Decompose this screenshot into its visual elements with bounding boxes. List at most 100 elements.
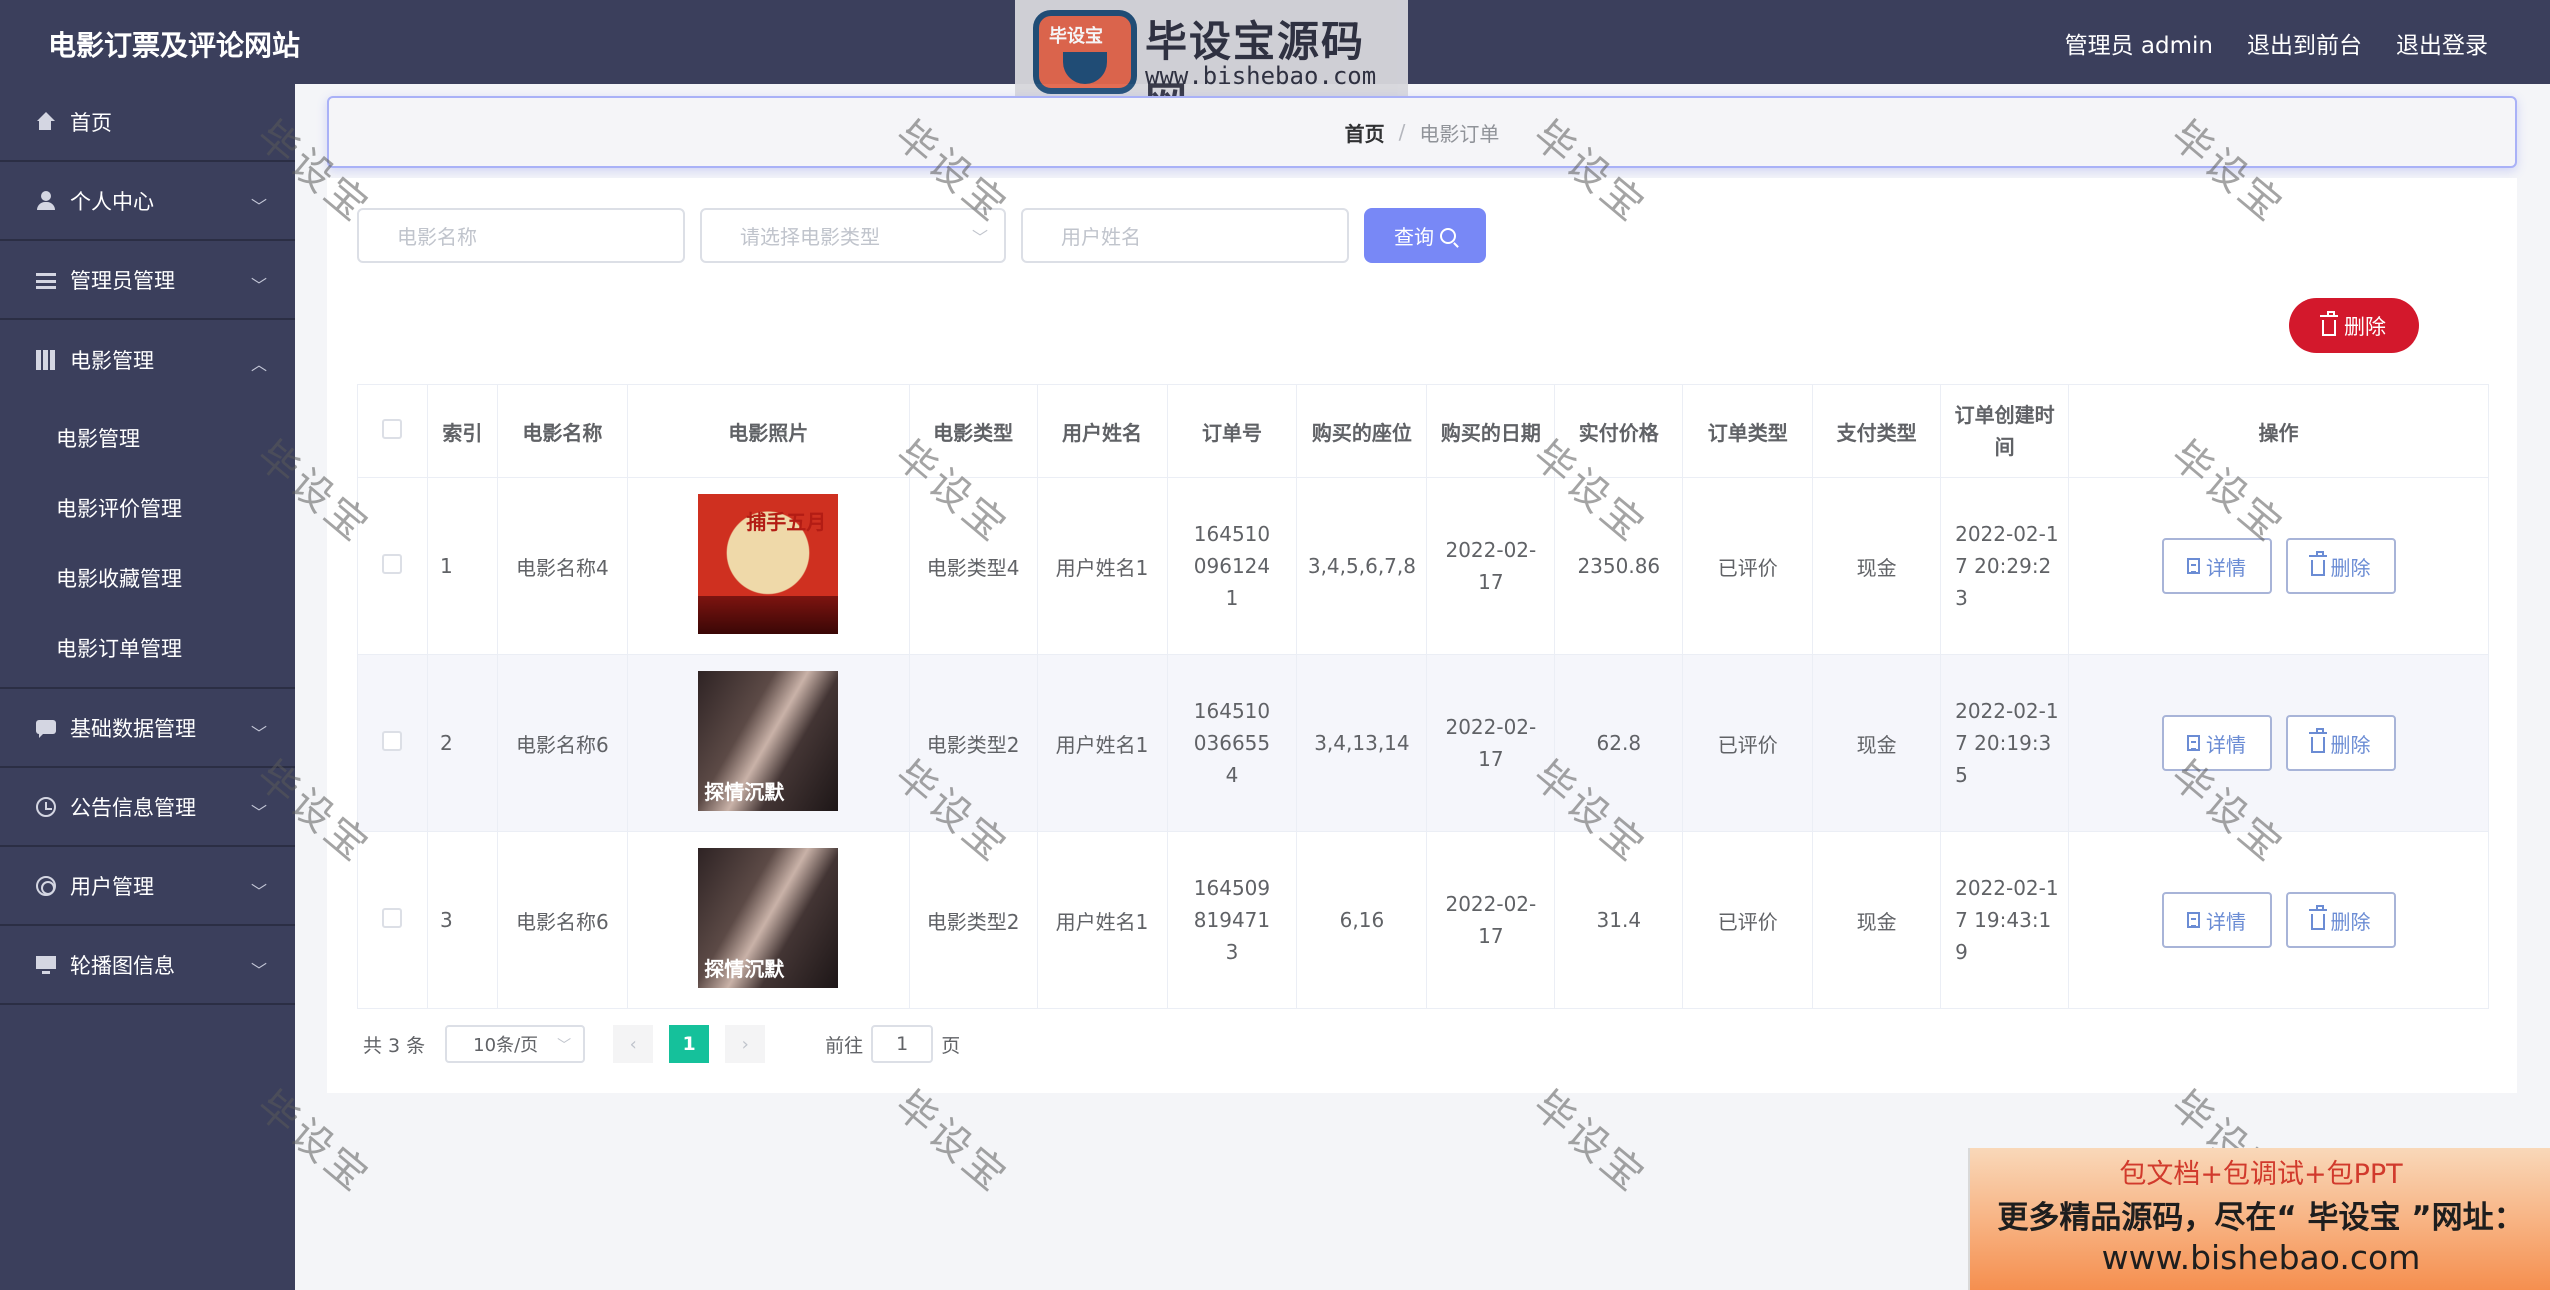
sidebar-item-home[interactable]: 首页 [0, 84, 295, 162]
cell-created: 2022-02-17 20:29:23 [1940, 477, 2070, 655]
filter-bar: 电影名称 请选择电影类型 ﹀ 用户姓名 查询 [357, 208, 1486, 263]
document-icon [2187, 912, 2201, 928]
chevron-down-icon: ﹀ [250, 276, 267, 295]
poster-title: 捕手五月 [746, 509, 827, 534]
select-all-cell [357, 384, 428, 478]
monitor-icon [36, 955, 56, 975]
query-button[interactable]: 查询 [1364, 208, 1486, 263]
cell-poster: 探情沉默 [627, 831, 910, 1009]
admin-user-label[interactable]: 管理员 admin [2065, 26, 2213, 60]
row-checkbox[interactable] [382, 553, 403, 574]
delete-button[interactable]: 删除 [2285, 715, 2396, 771]
order-no-text: 1645100366554 [1193, 699, 1271, 787]
chevron-down-icon: ﹀ [250, 724, 267, 743]
chat-icon [36, 718, 56, 738]
cell-poster: 捕手五月 [627, 477, 910, 655]
grid-icon [36, 349, 56, 370]
chevron-down-icon: ﹀ [971, 228, 988, 247]
user-name-input[interactable]: 用户姓名 [1021, 208, 1349, 263]
document-icon [2187, 735, 2201, 751]
home-icon [36, 112, 56, 132]
sidebar-item-admin[interactable]: 管理员管理 ﹀ [0, 241, 295, 320]
movie-name-input[interactable]: 电影名称 [357, 208, 685, 263]
batch-delete-button[interactable]: 删除 [2289, 298, 2419, 353]
table-row: 3 电影名称6 探情沉默 电影类型2 用户姓名1 1645098194713 6… [357, 831, 2489, 1009]
cell-order-no: 1645100961241 [1167, 477, 1298, 655]
header-created-time: 订单创建时间 [1954, 403, 2055, 459]
cell-movie-type: 电影类型2 [909, 654, 1038, 832]
movie-type-placeholder: 请选择电影类型 [740, 225, 880, 249]
next-page-button[interactable]: › [725, 1025, 766, 1063]
column-header: 用户姓名 [1037, 384, 1168, 478]
cell-user-name: 用户姓名1 [1037, 831, 1168, 1009]
movie-type-select[interactable]: 请选择电影类型 ﹀ [700, 208, 1006, 263]
breadcrumb-separator: / [1398, 120, 1406, 144]
detail-button[interactable]: 详情 [2161, 715, 2272, 771]
column-header: 索引 [427, 384, 498, 478]
watermark-text: 毕设宝 [1524, 1082, 1655, 1203]
cell-seats: 3,4,5,6,7,8 [1296, 477, 1428, 655]
orders-table: 索引 电影名称 电影照片 电影类型 用户姓名 订单号 购买的座位 购买的日期 实… [357, 384, 2489, 1009]
header-actions: 管理员 admin 退出到前台 退出登录 [2065, 26, 2488, 60]
sidebar-item-movie[interactable]: 电影管理 ︿ [0, 320, 295, 399]
chevron-down-icon: ﹀ [250, 197, 267, 216]
target-icon [36, 875, 56, 896]
cell-index: 1 [427, 477, 498, 655]
sidebar: 首页 个人中心 ﹀ 管理员管理 ﹀ 电影管理 ︿ 电影管理 电影评价管理 电影收… [0, 84, 295, 1290]
sidebar-subitem-movie-review[interactable]: 电影评价管理 [0, 473, 295, 543]
document-icon [2187, 558, 2201, 574]
detail-button[interactable]: 详情 [2161, 892, 2272, 948]
chevron-right-icon: › [741, 1033, 749, 1055]
sidebar-item-label: 公告信息管理 [70, 795, 196, 820]
delete-button[interactable]: 删除 [2285, 538, 2396, 594]
poster-title: 探情沉默 [704, 956, 785, 981]
page-size-value: 10条/页 [473, 1035, 539, 1056]
cell-seats: 3,4,13,14 [1296, 654, 1428, 832]
cell-user-name: 用户姓名1 [1037, 654, 1168, 832]
cell-price: 31.4 [1554, 831, 1684, 1009]
list-icon [36, 272, 56, 289]
logout-link[interactable]: 退出登录 [2396, 26, 2488, 60]
page-suffix-label: 页 [941, 1034, 961, 1057]
table-row: 1 电影名称4 捕手五月 电影类型4 用户姓名1 1645100961241 3… [357, 477, 2489, 655]
sidebar-item-label: 管理员管理 [70, 268, 175, 293]
table-header-row: 索引 电影名称 电影照片 电影类型 用户姓名 订单号 购买的座位 购买的日期 实… [357, 384, 2489, 478]
delete-button[interactable]: 删除 [2285, 892, 2396, 948]
cell-pay-type: 现金 [1812, 831, 1942, 1009]
date-text: 2022-02-17 [1445, 538, 1537, 594]
cell-date: 2022-02-17 [1426, 831, 1556, 1009]
poster-title: 探情沉默 [704, 779, 785, 804]
prev-page-button[interactable]: ‹ [613, 1025, 654, 1063]
select-all-checkbox[interactable] [382, 418, 403, 439]
row-checkbox[interactable] [382, 730, 403, 751]
page-size-select[interactable]: 10条/页 ﹀ [445, 1025, 586, 1063]
row-checkbox[interactable] [382, 907, 403, 928]
cell-created: 2022-02-17 19:43:19 [1940, 831, 2070, 1009]
back-to-front-link[interactable]: 退出到前台 [2247, 26, 2362, 60]
order-no-text: 1645098194713 [1193, 876, 1271, 964]
cell-poster: 探情沉默 [627, 654, 910, 832]
cell-order-no: 1645098194713 [1167, 831, 1298, 1009]
date-text: 2022-02-17 [1445, 892, 1537, 948]
sidebar-item-personal[interactable]: 个人中心 ﹀ [0, 162, 295, 241]
goto-page-input[interactable]: 1 [871, 1025, 934, 1063]
sidebar-item-users[interactable]: 用户管理 ﹀ [0, 847, 295, 926]
breadcrumb-home[interactable]: 首页 [1345, 118, 1385, 147]
sidebar-subitem-movie[interactable]: 电影管理 [0, 403, 295, 473]
sidebar-item-basic-data[interactable]: 基础数据管理 ﹀ [0, 689, 295, 768]
sidebar-item-label: 用户管理 [70, 874, 154, 899]
sidebar-subitem-movie-order[interactable]: 电影订单管理 [0, 613, 295, 683]
cell-order-type: 已评价 [1682, 831, 1814, 1009]
search-icon [1440, 227, 1456, 244]
cell-movie-name: 电影名称6 [497, 831, 628, 1009]
watermark-text: 毕设宝 [886, 1082, 1017, 1203]
detail-button[interactable]: 详情 [2161, 538, 2272, 594]
logo-badge-text: 毕设宝 [1049, 26, 1103, 47]
page-number-button[interactable]: 1 [669, 1025, 710, 1063]
cell-movie-name: 电影名称6 [497, 654, 628, 832]
column-header: 电影照片 [627, 384, 910, 478]
order-no-text: 1645100961241 [1193, 522, 1271, 610]
sidebar-item-notice[interactable]: 公告信息管理 ﹀ [0, 768, 295, 847]
sidebar-item-carousel[interactable]: 轮播图信息 ﹀ [0, 926, 295, 1005]
sidebar-subitem-movie-favorite[interactable]: 电影收藏管理 [0, 543, 295, 613]
